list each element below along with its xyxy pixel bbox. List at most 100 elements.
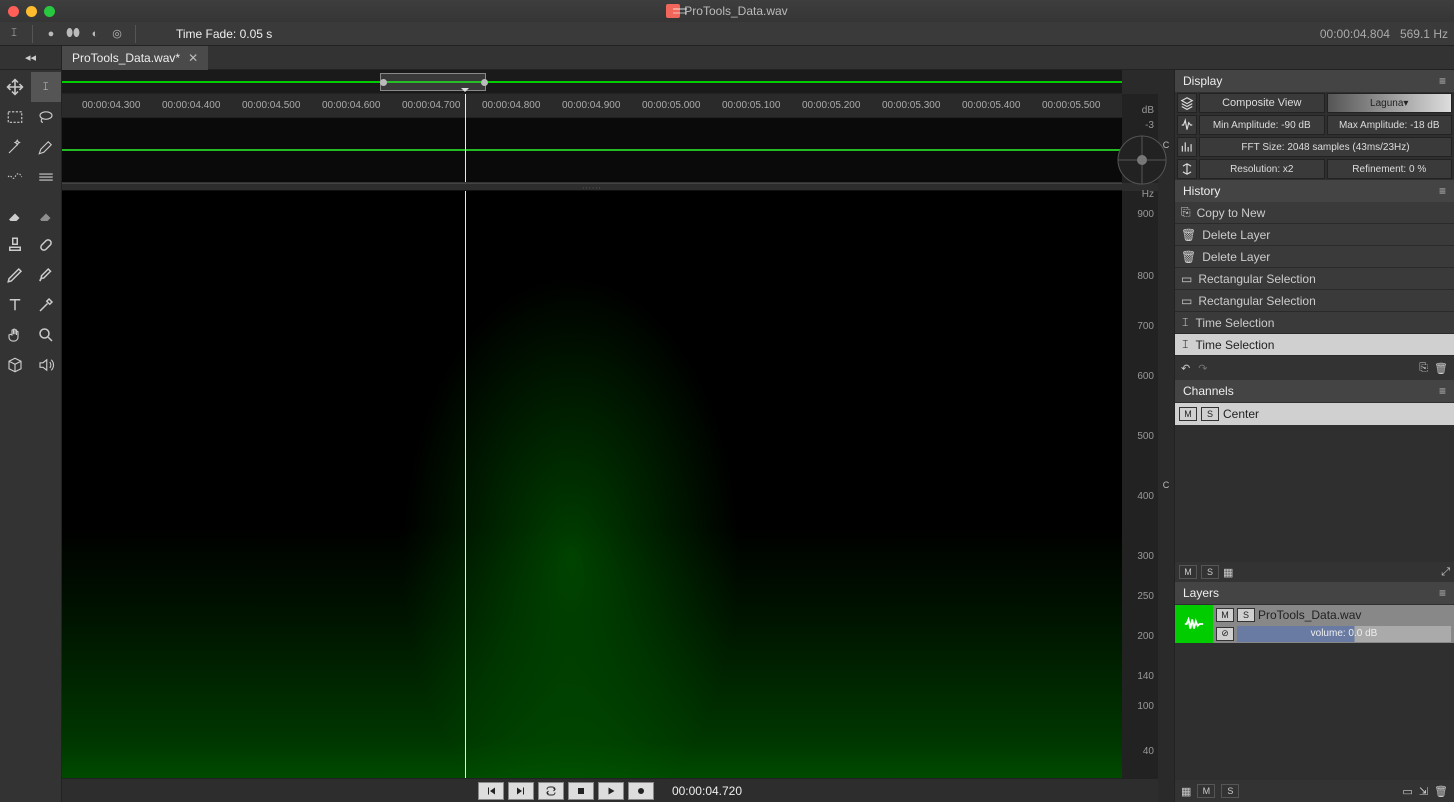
overview-selection[interactable] (380, 73, 486, 91)
resolution-icon[interactable] (1177, 159, 1197, 179)
rewind-panel[interactable]: ◂◂ (0, 46, 62, 70)
overview-strip[interactable] (62, 70, 1122, 94)
layer-row[interactable]: M S ProTools_Data.wav ⊘ volume: 0.0 dB (1175, 605, 1454, 643)
pane-splitter[interactable]: ∙∙∙∙∙∙ (62, 183, 1122, 191)
expand-icon[interactable]: ⤢ (1441, 566, 1450, 579)
channel-name: Center (1223, 407, 1259, 421)
time-ruler[interactable]: 00:00:04.300 00:00:04.400 00:00:04.500 0… (62, 94, 1122, 118)
solo-button[interactable]: S (1201, 407, 1219, 421)
zoom-tool[interactable] (31, 320, 62, 350)
document-tab[interactable]: ProTools_Data.wav* ✕ (62, 46, 208, 70)
fft-icon[interactable] (1177, 137, 1197, 157)
brush-select-tool[interactable] (31, 132, 62, 162)
redo-icon[interactable]: ↷ (1198, 362, 1207, 375)
max-amplitude-field[interactable]: Max Amplitude: -18 dB (1327, 115, 1453, 135)
wand-tool[interactable] (0, 132, 31, 162)
record-button[interactable] (628, 782, 654, 800)
eye-icon[interactable]: ◎ (109, 26, 125, 42)
lasso-tool[interactable] (31, 102, 62, 132)
history-item[interactable]: ▭Rectangular Selection (1175, 268, 1454, 290)
history-item[interactable]: 🗑Delete Layer (1175, 246, 1454, 268)
move-tool[interactable] (0, 72, 31, 102)
playhead[interactable] (465, 191, 466, 802)
loop-button[interactable] (538, 782, 564, 800)
freq-select-tool[interactable] (0, 162, 31, 192)
ruler-tick: 00:00:04.900 (562, 100, 620, 111)
panel-menu-icon[interactable]: ≡ (1439, 586, 1446, 600)
waveform-view[interactable] (62, 118, 1122, 183)
speaker-tool[interactable] (31, 350, 62, 380)
overview-handle-left[interactable] (380, 79, 387, 86)
merge-icon[interactable]: ⇲ (1419, 785, 1428, 798)
channel-row[interactable]: M S Center (1175, 403, 1454, 425)
eraser-soft-tool[interactable] (31, 200, 62, 230)
lock-button[interactable]: ⊘ (1216, 627, 1234, 641)
trash-icon[interactable]: 🗑 (1434, 785, 1448, 798)
display-panel-header[interactable]: Display≡ (1175, 70, 1454, 92)
history-item[interactable]: 🗑Delete Layer (1175, 224, 1454, 246)
playhead[interactable] (465, 94, 466, 182)
mute-all-button[interactable]: M (1197, 784, 1215, 798)
ibeam-tool[interactable]: 𝙸 (31, 72, 62, 102)
app-icon (666, 4, 680, 18)
panel-menu-icon[interactable]: ≡ (1439, 74, 1446, 88)
link-icon[interactable]: ⬮⬮ (65, 26, 81, 42)
surround-widget[interactable] (1114, 132, 1170, 188)
timecode-readout: 00:00:04.804 (1320, 27, 1390, 41)
history-item[interactable]: ⎘Copy to New (1175, 202, 1454, 224)
play-button[interactable] (598, 782, 624, 800)
volume-slider[interactable]: volume: 0.0 dB (1237, 626, 1451, 642)
overview-waveform (62, 81, 1122, 83)
brush-tool[interactable] (31, 260, 62, 290)
pencil-tool[interactable] (0, 260, 31, 290)
resolution-field[interactable]: Resolution: x2 (1199, 159, 1325, 179)
solo-all-button[interactable]: S (1221, 784, 1239, 798)
trash-icon[interactable]: 🗑 (1434, 362, 1448, 375)
hz-mark: 250 (1137, 591, 1154, 602)
hand-tool[interactable] (0, 320, 31, 350)
refinement-field[interactable]: Refinement: 0 % (1327, 159, 1453, 179)
stamp-tool[interactable] (0, 230, 31, 260)
cursor-mode-icon[interactable]: 𝙸 (6, 26, 22, 42)
spectrogram-view[interactable] (62, 191, 1122, 802)
cube-tool[interactable] (0, 350, 31, 380)
duplicate-icon[interactable]: ⎘ (1419, 362, 1428, 375)
new-layer-icon[interactable]: ▭ (1402, 785, 1412, 798)
history-panel-header[interactable]: History≡ (1175, 180, 1454, 202)
record-icon[interactable]: ● (43, 26, 59, 42)
history-item[interactable]: 𝙸Time Selection (1175, 334, 1454, 356)
solo-button[interactable]: S (1237, 608, 1255, 622)
eraser-tool[interactable] (0, 200, 31, 230)
grid-icon[interactable]: ▦ (1223, 566, 1233, 579)
channels-panel-header[interactable]: Channels≡ (1175, 380, 1454, 402)
layers-icon[interactable] (1177, 93, 1197, 113)
colormap-selector[interactable]: Laguna ▾ (1327, 93, 1453, 113)
close-tab-icon[interactable]: ✕ (188, 51, 198, 65)
min-amplitude-field[interactable]: Min Amplitude: -90 dB (1199, 115, 1325, 135)
grid-icon[interactable]: ▦ (1181, 785, 1191, 798)
amplitude-icon[interactable] (1177, 115, 1197, 135)
skip-forward-button[interactable] (508, 782, 534, 800)
history-item[interactable]: 𝙸Time Selection (1175, 312, 1454, 334)
skip-back-button[interactable] (478, 782, 504, 800)
history-item[interactable]: ▭Rectangular Selection (1175, 290, 1454, 312)
heal-tool[interactable] (31, 230, 62, 260)
text-tool[interactable] (0, 290, 31, 320)
mute-all-button[interactable]: M (1179, 565, 1197, 579)
layers-panel-header[interactable]: Layers≡ (1175, 582, 1454, 604)
fft-size-field[interactable]: FFT Size: 2048 samples (43ms/23Hz) (1199, 137, 1452, 157)
marquee-tool[interactable] (0, 102, 31, 132)
solo-all-button[interactable]: S (1201, 565, 1219, 579)
stop-button[interactable] (568, 782, 594, 800)
composite-view-button[interactable]: Composite View (1199, 93, 1325, 113)
undo-icon[interactable]: ↶ (1181, 362, 1190, 375)
harmonics-tool[interactable] (31, 162, 62, 192)
overview-handle-right[interactable] (481, 79, 488, 86)
contrast-icon[interactable]: ◐ (87, 26, 103, 42)
panel-menu-icon[interactable]: ≡ (1439, 184, 1446, 198)
eyedropper-tool[interactable] (31, 290, 62, 320)
layer-thumbnail[interactable] (1175, 605, 1213, 643)
panel-menu-icon[interactable]: ≡ (1439, 384, 1446, 398)
mute-button[interactable]: M (1216, 608, 1234, 622)
mute-button[interactable]: M (1179, 407, 1197, 421)
